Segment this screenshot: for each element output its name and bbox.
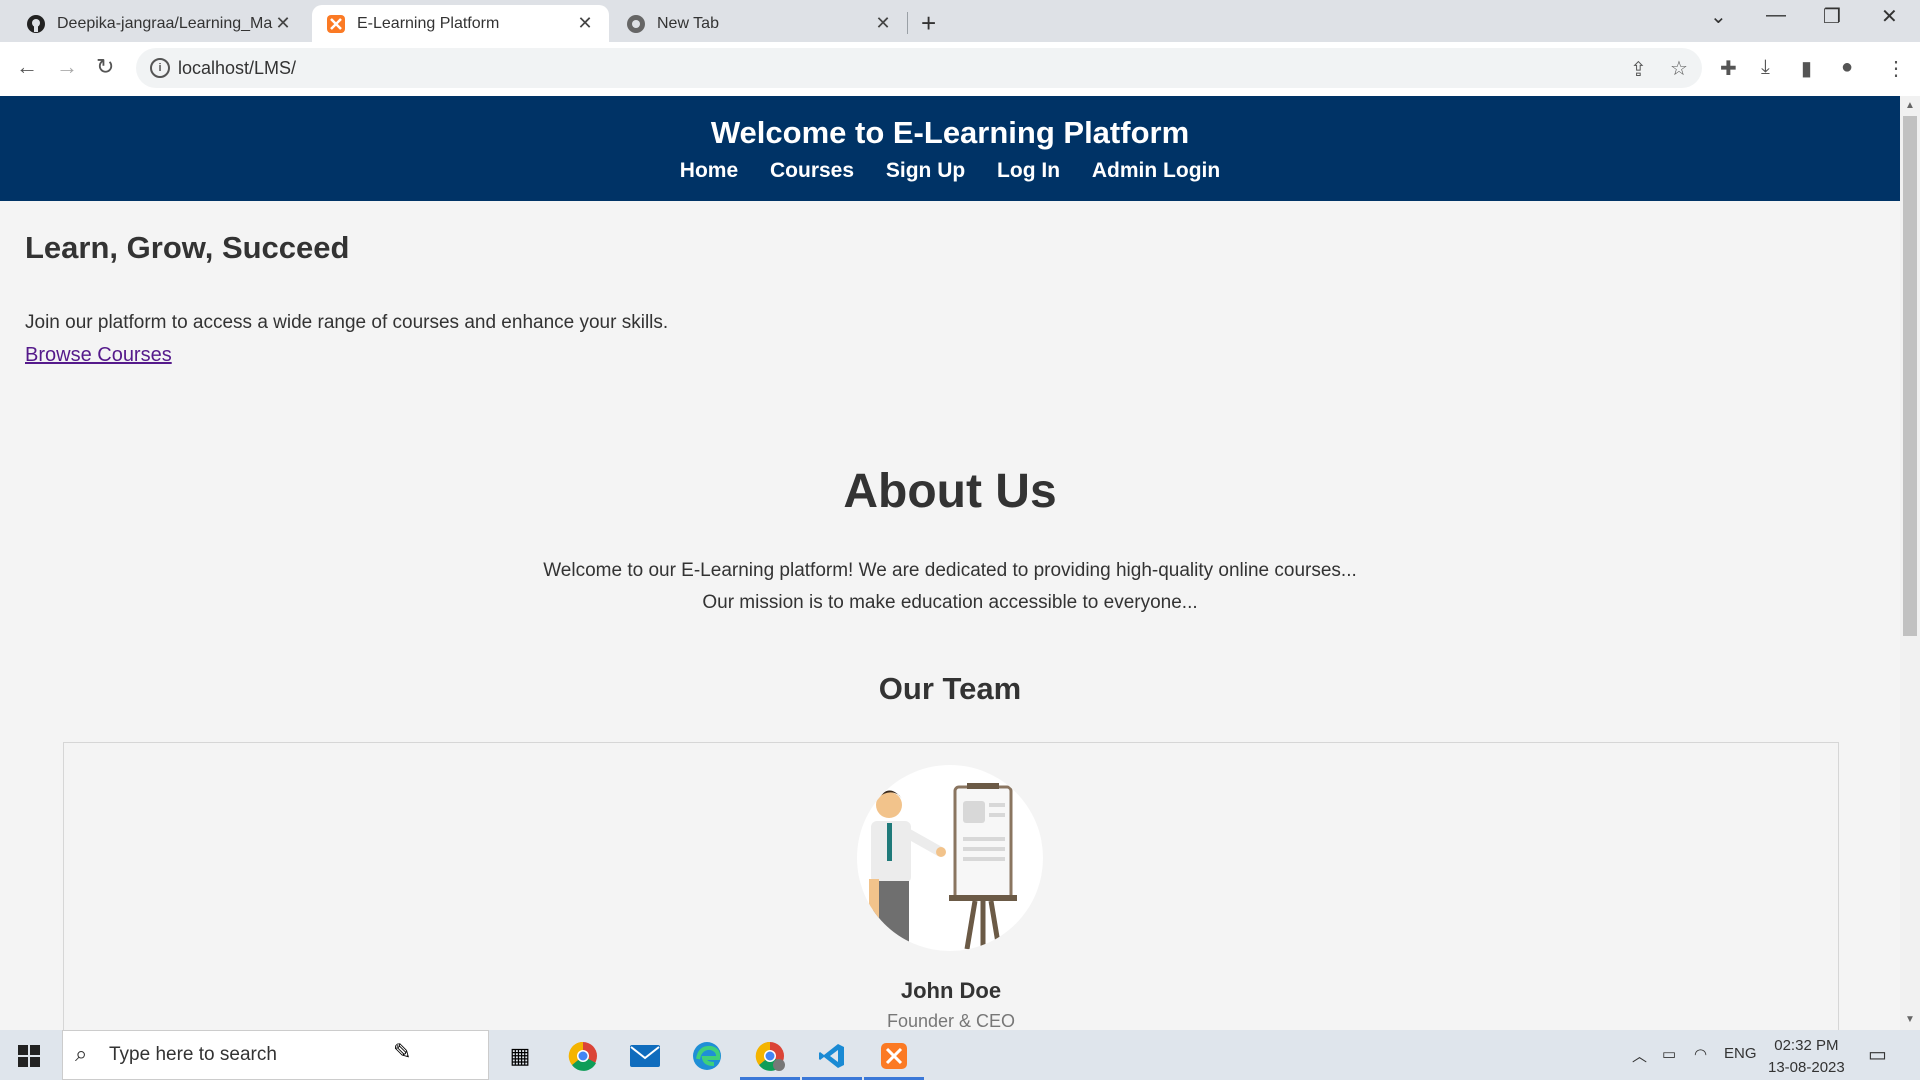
site-nav: Home Courses Sign Up Log In Admin Login: [0, 159, 1900, 183]
url-text[interactable]: localhost/LMS/: [178, 58, 296, 79]
notifications-icon[interactable]: ▭: [1868, 1042, 1887, 1067]
windows-start-icon[interactable]: [12, 1039, 46, 1073]
show-hidden-icons-icon[interactable]: ︿: [1632, 1045, 1647, 1066]
browser-tab-strip: Deepika-jangraa/Learning_Mana ✕ E-Learni…: [0, 0, 1920, 42]
hero-text: Join our platform to access a wide range…: [25, 312, 669, 333]
about-heading: About Us: [843, 465, 1057, 518]
close-icon[interactable]: ✕: [575, 13, 595, 34]
team-heading: Our Team: [878, 671, 1022, 706]
github-icon: [26, 14, 46, 34]
tab-title: New Tab: [657, 14, 719, 32]
clock-time: 02:32 PM: [1774, 1037, 1839, 1054]
vscode-icon[interactable]: [815, 1039, 849, 1073]
task-view-icon[interactable]: ▦: [503, 1039, 537, 1073]
hero-heading: Learn, Grow, Succeed: [25, 230, 350, 265]
page-viewport: Welcome to E-Learning Platform Home Cour…: [0, 96, 1900, 1030]
windows-taskbar: ⌕ Type here to search ✎ ▦ ︿ ▭ ◠ ENG 02:3…: [0, 1030, 1920, 1080]
share-icon[interactable]: ⇪: [1630, 57, 1647, 82]
address-bar[interactable]: i localhost/LMS/ ⇪ ☆: [136, 48, 1702, 88]
tab-title: E-Learning Platform: [357, 14, 500, 32]
about-text-line-1: Welcome to our E-Learning platform! We a…: [543, 560, 1357, 581]
mail-icon[interactable]: [628, 1039, 662, 1073]
nav-admin-login[interactable]: Admin Login: [1092, 159, 1220, 182]
side-panel-icon[interactable]: ▮: [1801, 56, 1812, 81]
tab-search-icon[interactable]: ⌄: [1710, 4, 1727, 29]
page-scrollbar[interactable]: ▲ ▼: [1900, 96, 1920, 1030]
scroll-up-icon[interactable]: ▲: [1905, 100, 1915, 111]
tab-e-learning[interactable]: E-Learning Platform ✕: [312, 5, 609, 42]
chrome-profile-taskbar-icon[interactable]: [753, 1039, 787, 1073]
menu-icon[interactable]: ⋮: [1886, 56, 1906, 81]
chrome-taskbar-icon[interactable]: [566, 1039, 600, 1073]
back-icon[interactable]: ←: [16, 54, 38, 80]
team-member-card: John Doe Founder & CEO: [63, 742, 1839, 1030]
restore-icon[interactable]: ❐: [1823, 4, 1841, 29]
site-title: Welcome to E-Learning Platform: [710, 115, 1190, 150]
nav-log-in[interactable]: Log In: [997, 159, 1060, 182]
new-tab-icon[interactable]: +: [921, 8, 936, 39]
team-member-avatar: [857, 765, 1043, 951]
tab-separator: [907, 12, 908, 34]
search-highlight-icon: ✎: [393, 1039, 412, 1064]
nav-sign-up[interactable]: Sign Up: [886, 159, 965, 182]
bookmark-star-icon[interactable]: ☆: [1670, 56, 1688, 81]
minimize-icon[interactable]: —: [1766, 4, 1786, 27]
forward-icon[interactable]: →: [56, 54, 78, 80]
extensions-icon[interactable]: ✚: [1720, 56, 1737, 81]
browser-toolbar: ← → ↻ i localhost/LMS/ ⇪ ☆ ✚ ⤓ ▮ ● ⋮: [0, 42, 1920, 97]
scroll-down-icon[interactable]: ▼: [1905, 1014, 1915, 1025]
tab-new-tab[interactable]: New Tab ✕: [612, 5, 907, 42]
tab-github[interactable]: Deepika-jangraa/Learning_Mana ✕: [12, 5, 307, 42]
search-icon: ⌕: [75, 1041, 88, 1066]
taskbar-clock[interactable]: 02:32 PM 13-08-2023: [1768, 1035, 1845, 1079]
close-icon[interactable]: ✕: [273, 13, 293, 34]
xampp-taskbar-icon[interactable]: [877, 1039, 911, 1073]
close-icon[interactable]: ✕: [873, 13, 893, 34]
clock-date: 13-08-2023: [1768, 1059, 1845, 1076]
scrollbar-thumb[interactable]: [1903, 116, 1917, 636]
taskbar-search-box[interactable]: ⌕ Type here to search ✎: [62, 1030, 489, 1080]
edge-icon[interactable]: [690, 1039, 724, 1073]
site-header: Welcome to E-Learning Platform Home Cour…: [0, 96, 1900, 201]
tab-title: Deepika-jangraa/Learning_Mana: [57, 14, 273, 32]
download-icon[interactable]: ⤓: [1761, 56, 1770, 79]
window-close-icon[interactable]: ✕: [1881, 4, 1898, 29]
team-member-name: John Doe: [900, 978, 1002, 1003]
info-icon[interactable]: i: [150, 58, 170, 78]
profile-icon[interactable]: ●: [1841, 56, 1853, 79]
nav-courses[interactable]: Courses: [770, 159, 854, 182]
search-placeholder: Type here to search: [109, 1044, 277, 1065]
browse-courses-link[interactable]: Browse Courses: [25, 344, 172, 367]
reload-icon[interactable]: ↻: [96, 54, 114, 80]
wifi-icon[interactable]: ◠: [1694, 1045, 1707, 1063]
language-indicator[interactable]: ENG: [1724, 1045, 1757, 1062]
battery-icon[interactable]: ▭: [1662, 1045, 1676, 1063]
xampp-icon: [326, 14, 346, 34]
nav-home[interactable]: Home: [680, 159, 738, 182]
team-member-role: Founder & CEO: [886, 1011, 1016, 1030]
about-text-line-2: Our mission is to make education accessi…: [702, 592, 1198, 613]
chrome-icon: [626, 14, 646, 34]
